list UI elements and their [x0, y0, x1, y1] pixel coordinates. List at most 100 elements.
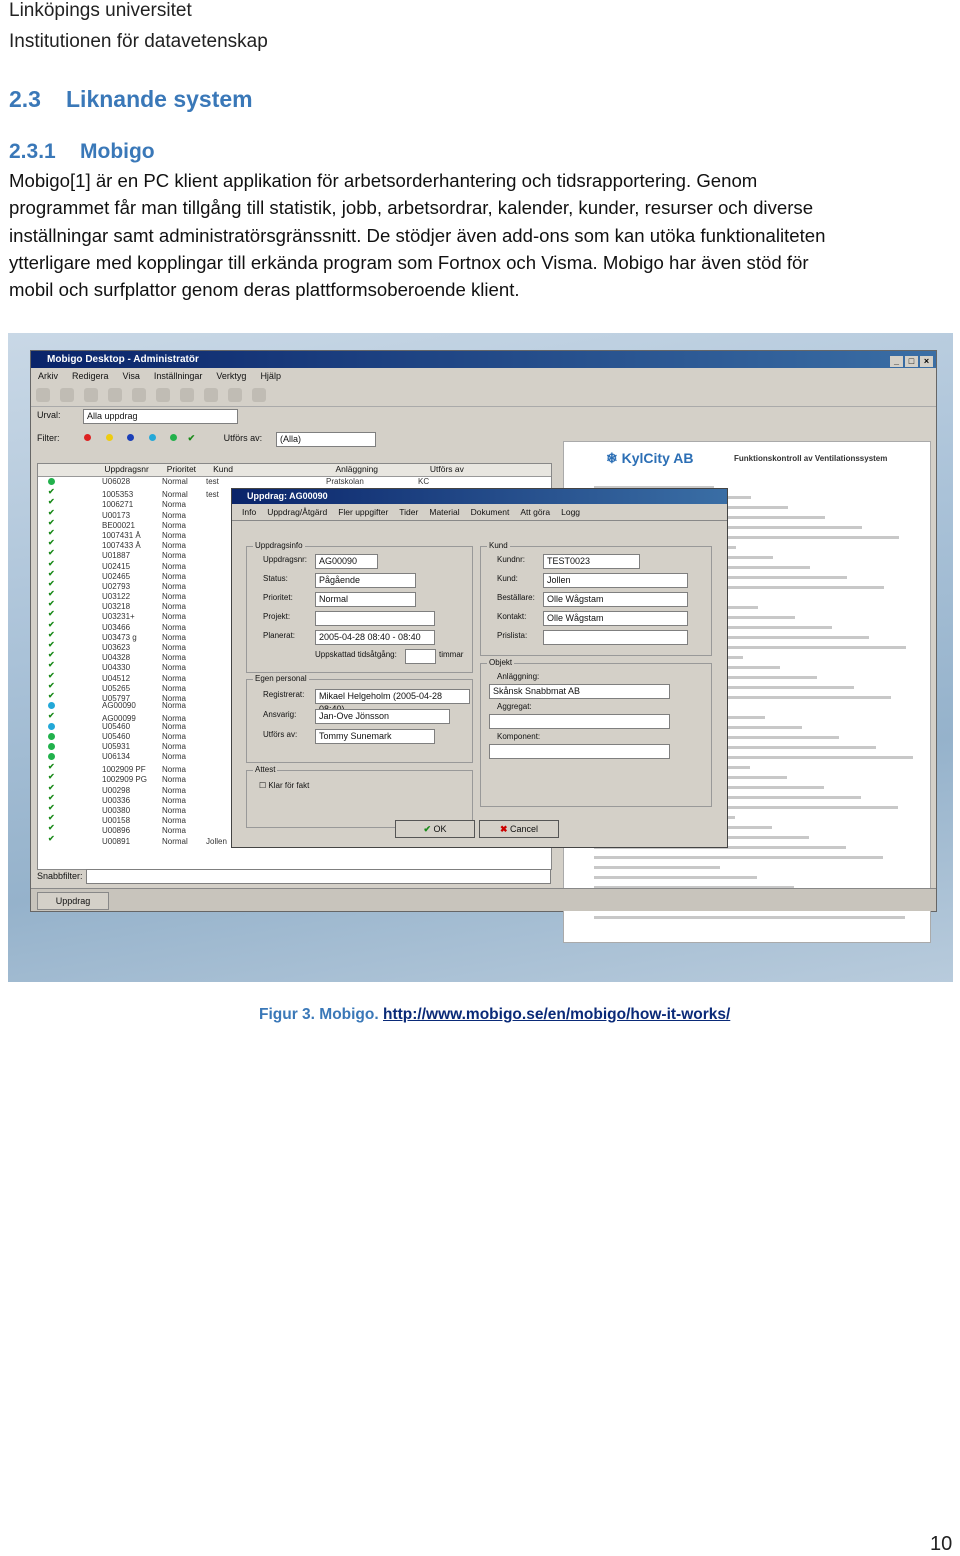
status-select[interactable]: Pågående: [315, 573, 416, 588]
ok-button[interactable]: ✔ OK: [395, 820, 475, 838]
done-check-icon: ✔: [48, 548, 55, 558]
dialog-tab[interactable]: Tider: [399, 507, 418, 517]
figure-caption: Figur 3. Mobigo. http://www.mobigo.se/en…: [259, 1006, 730, 1024]
document-title: Funktionskontroll av Ventilationssystem: [734, 454, 888, 463]
table-row[interactable]: U06028 Normal test Pratskolan KC: [38, 477, 551, 487]
kontakt-select[interactable]: Olle Wågstam: [543, 611, 688, 626]
dialog-tab[interactable]: Uppdrag/Åtgärd: [267, 507, 327, 517]
klar-checkbox[interactable]: ☐ Klar för fakt: [259, 781, 309, 790]
planerat-field[interactable]: 2005-04-28 08:40 - 08:40: [315, 630, 435, 645]
grid-cell: AG00090: [102, 701, 136, 711]
page-number: 10: [930, 1533, 953, 1555]
menu-item[interactable]: Arkiv: [38, 371, 58, 381]
toolbar-icon[interactable]: [228, 388, 242, 402]
paragraph-line: Mobigo[1] är en PC klient applikation fö…: [9, 170, 758, 191]
toolbar-icon[interactable]: [132, 388, 146, 402]
menu-item[interactable]: Verktyg: [216, 371, 246, 381]
toolbar-icon[interactable]: [60, 388, 74, 402]
col-anlaggning[interactable]: Anläggning: [336, 464, 428, 474]
yellow-filter-icon[interactable]: [105, 434, 113, 441]
kund-field[interactable]: Jollen: [543, 573, 688, 588]
utfors-label: Utförs av:: [263, 730, 298, 739]
uppdragsinfo-group: Uppdragsinfo Uppdragsnr: AG00090 Status:…: [246, 541, 473, 673]
cyan-filter-icon[interactable]: [148, 434, 156, 441]
registrerat-label: Registrerat:: [263, 690, 305, 699]
green-filter-icon[interactable]: [170, 434, 178, 441]
uppdrag-button[interactable]: Uppdrag: [37, 892, 109, 910]
done-check-icon: ✔: [48, 578, 55, 588]
uppdragsnr-field[interactable]: AG00090: [315, 554, 378, 569]
tidsatgang-label: Uppskattad tidsåtgång:: [315, 650, 397, 659]
projekt-select[interactable]: [315, 611, 435, 626]
col-kund[interactable]: Kund: [213, 464, 333, 474]
done-check-icon: ✔: [48, 599, 55, 609]
kundnr-field[interactable]: TEST0023: [543, 554, 640, 569]
toolbar-icon[interactable]: [84, 388, 98, 402]
close-icon[interactable]: ×: [920, 356, 933, 367]
grid-header: Uppdragsnr Prioritet Kund Anläggning Utf…: [38, 464, 551, 477]
dialog-tab[interactable]: Logg: [561, 507, 580, 517]
bestallare-select[interactable]: Olle Wågstam: [543, 592, 688, 607]
menu-item[interactable]: Hjälp: [260, 371, 281, 381]
aggregat-field[interactable]: [489, 714, 670, 729]
done-check-icon: ✔: [48, 823, 55, 833]
row-status-cell: [38, 752, 102, 762]
anlaggning-field[interactable]: Skånsk Snabbmat AB: [489, 684, 670, 699]
done-check-icon: ✔: [48, 487, 55, 497]
ansvarig-select[interactable]: Jan-Ove Jönsson: [315, 709, 450, 724]
filter-label: Filter:: [37, 433, 60, 443]
toolbar-icon[interactable]: [108, 388, 122, 402]
blue-filter-icon[interactable]: [127, 434, 135, 441]
status-dot-icon: [48, 478, 55, 485]
dialog-tab[interactable]: Fler uppgifter: [338, 507, 388, 517]
dialog-titlebar: Uppdrag: AG00090: [232, 489, 727, 504]
utfors-av-select[interactable]: (Alla): [276, 432, 376, 447]
komponent-field[interactable]: [489, 744, 670, 759]
urval-select[interactable]: Alla uppdrag: [83, 409, 238, 424]
grid-cell: U06028: [102, 477, 131, 486]
col-prioritet[interactable]: Prioritet: [167, 464, 211, 474]
kundnr-label: Kundnr:: [497, 555, 526, 564]
check-icon: ✔: [423, 824, 431, 834]
menu-item[interactable]: Redigera: [72, 371, 109, 381]
done-check-icon: ✔: [48, 792, 55, 802]
menu-item[interactable]: Inställningar: [154, 371, 203, 381]
red-filter-icon[interactable]: [84, 434, 92, 441]
check-filter-icon[interactable]: ✔: [188, 433, 196, 443]
toolbar-icon[interactable]: [36, 388, 50, 402]
maximize-icon[interactable]: □: [905, 356, 918, 367]
grid-cell: U00891: [102, 836, 131, 846]
toolbar-icon[interactable]: [252, 388, 266, 402]
prioritet-select[interactable]: Normal: [315, 592, 416, 607]
prislista-select[interactable]: [543, 630, 688, 645]
toolbar-icon[interactable]: [204, 388, 218, 402]
dialog-tab[interactable]: Dokument: [471, 507, 510, 517]
tidsatgang-field[interactable]: [405, 649, 436, 664]
toolbar-icon[interactable]: [180, 388, 194, 402]
done-check-icon: ✔: [48, 497, 55, 507]
grid-cell: Norma: [162, 701, 187, 711]
dialog-tab[interactable]: Material: [429, 507, 459, 517]
col-utfors-av[interactable]: Utförs av: [430, 464, 490, 474]
kylcity-logo: ❄ KylCity AB: [606, 450, 694, 466]
minimize-icon[interactable]: _: [890, 356, 903, 367]
planerat-label: Planerat:: [263, 631, 296, 640]
menu-item[interactable]: Visa: [123, 371, 140, 381]
done-check-icon: ✔: [48, 589, 55, 599]
egen-personal-legend: Egen personal: [253, 674, 309, 683]
utfors-select[interactable]: Tommy Sunemark: [315, 729, 435, 744]
toolbar-icon[interactable]: [156, 388, 170, 402]
registrerat-field[interactable]: Mikael Helgeholm (2005-04-28 08:40): [315, 689, 470, 714]
cancel-button[interactable]: ✖ Cancel: [479, 820, 559, 838]
kund-legend: Kund: [487, 541, 510, 550]
snabbfilter-input[interactable]: [86, 869, 551, 884]
done-check-icon: ✔: [48, 680, 55, 690]
dialog-tab[interactable]: Info: [242, 507, 256, 517]
body-paragraph: Mobigo[1] är en PC klient applikation fö…: [9, 167, 939, 303]
dialog-tab[interactable]: Att göra: [520, 507, 550, 517]
caption-link[interactable]: http://www.mobigo.se/en/mobigo/how-it-wo…: [383, 1006, 730, 1023]
done-check-icon: ✔: [48, 629, 55, 639]
bestallare-label: Beställare:: [497, 593, 535, 602]
grid-cell: Norma: [162, 731, 187, 741]
col-uppdragsnr[interactable]: Uppdragsnr: [104, 464, 164, 474]
